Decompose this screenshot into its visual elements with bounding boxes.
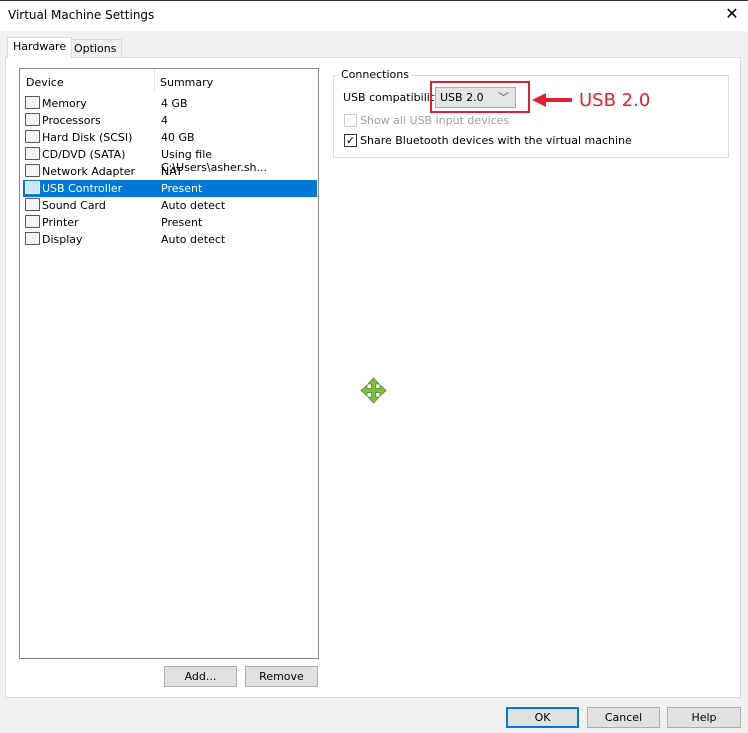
move-cursor-icon <box>360 377 387 404</box>
ok-button[interactable]: OK <box>506 707 579 728</box>
device-list[interactable]: Device Summary Memory 4 GB Processors 4 … <box>19 68 319 659</box>
device-name: Processors <box>42 114 101 127</box>
tab-options[interactable]: Options <box>68 39 123 58</box>
device-summary: 40 GB <box>161 131 195 144</box>
network-adapter-icon <box>25 164 40 177</box>
column-header-summary[interactable]: Summary <box>160 76 213 89</box>
usb-icon <box>25 181 40 194</box>
device-name: Memory <box>42 97 87 110</box>
device-row-hard-disk-scsi[interactable]: Hard Disk (SCSI) 40 GB <box>23 129 317 146</box>
device-name: Hard Disk (SCSI) <box>42 131 133 144</box>
device-summary: NAT <box>161 165 183 178</box>
printer-icon <box>25 215 40 228</box>
device-name: Network Adapter <box>42 165 136 178</box>
device-name: CD/DVD (SATA) <box>42 148 126 161</box>
device-row-printer[interactable]: Printer Present <box>23 214 317 231</box>
usb-compat-label: USB compatibility: <box>343 91 444 104</box>
device-summary: Auto detect <box>161 199 226 212</box>
device-name: Sound Card <box>42 199 106 212</box>
connections-group-label: Connections <box>339 68 411 81</box>
tab-hardware[interactable]: Hardware <box>7 37 73 58</box>
column-divider <box>154 69 155 91</box>
show-all-usb-checkbox[interactable] <box>344 114 357 127</box>
hard-disk-icon <box>25 130 40 143</box>
device-name: Printer <box>42 216 79 229</box>
cancel-button[interactable]: Cancel <box>587 707 660 728</box>
device-row-network-adapter[interactable]: Network Adapter NAT <box>23 163 317 180</box>
device-name: Display <box>42 233 83 246</box>
device-summary: Auto detect <box>161 233 226 246</box>
show-all-usb-label: Show all USB input devices <box>360 114 510 127</box>
monitor-icon <box>25 232 40 245</box>
device-name: USB Controller <box>42 182 123 195</box>
share-bluetooth-checkbox[interactable]: ✓ <box>344 134 357 147</box>
column-header-device[interactable]: Device <box>26 76 64 89</box>
annotation-label: USB 2.0 <box>579 90 651 111</box>
memory-icon <box>25 96 40 109</box>
processor-icon <box>25 113 40 126</box>
device-row-cd-dvd-sata[interactable]: CD/DVD (SATA) Using file C:\Users\asher.… <box>23 146 317 174</box>
device-summary: 4 GB <box>161 97 188 110</box>
close-icon[interactable]: ✕ <box>722 4 742 23</box>
device-row-memory[interactable]: Memory 4 GB <box>23 95 317 112</box>
speaker-icon <box>25 198 40 211</box>
cd-dvd-icon <box>25 147 40 160</box>
device-row-display[interactable]: Display Auto detect <box>23 231 317 248</box>
annotation-arrow-icon <box>532 93 572 107</box>
device-row-processors[interactable]: Processors 4 <box>23 112 317 129</box>
device-row-sound-card[interactable]: Sound Card Auto detect <box>23 197 317 214</box>
annotation-box <box>430 81 530 113</box>
device-summary: Present <box>161 216 203 229</box>
window-title: Virtual Machine Settings <box>8 8 155 22</box>
device-row-usb-controller[interactable]: USB Controller Present <box>23 180 317 197</box>
remove-button[interactable]: Remove <box>245 666 318 687</box>
add-button[interactable]: Add... <box>164 666 237 687</box>
device-summary: 4 <box>161 114 168 127</box>
share-bluetooth-label: Share Bluetooth devices with the virtual… <box>360 134 632 147</box>
help-button[interactable]: Help <box>667 707 741 728</box>
device-summary: Present <box>161 182 203 195</box>
